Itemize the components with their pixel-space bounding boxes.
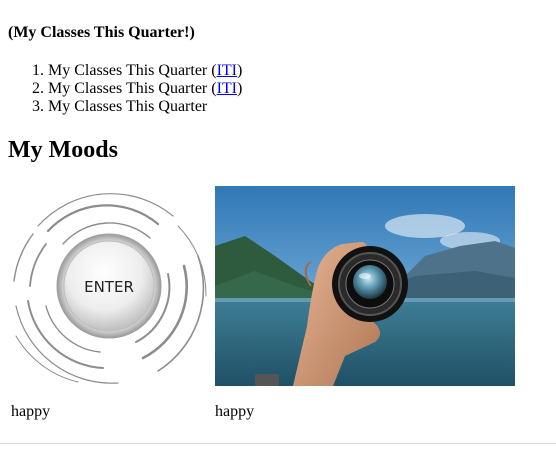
enter-label: ENTER	[84, 278, 134, 296]
moods-gallery: ENTER happy happy	[8, 186, 548, 426]
class-list: My Classes This Quarter (ITI) My Classes…	[8, 62, 242, 116]
divider	[0, 443, 556, 444]
lens-landscape-photo	[215, 186, 515, 386]
list-item: My Classes This Quarter (ITI)	[48, 80, 242, 98]
mood-caption: happy	[11, 403, 51, 420]
list-item: My Classes This Quarter	[48, 98, 242, 116]
mood-caption: happy	[215, 403, 255, 420]
list-item: My Classes This Quarter (ITI)	[48, 62, 242, 80]
class-label: My Classes This Quarter	[48, 80, 208, 97]
class-label: My Classes This Quarter	[48, 98, 208, 115]
page: (My Classes This Quarter!) My Classes Th…	[0, 0, 556, 449]
classes-subtitle: (My Classes This Quarter!)	[8, 24, 195, 41]
mood-item: ENTER happy	[8, 186, 212, 420]
mood-item: happy	[215, 186, 515, 420]
moods-title: My Moods	[8, 137, 118, 163]
enter-button-image: ENTER	[8, 186, 212, 386]
class-link[interactable]: ITI	[217, 80, 237, 97]
class-label: My Classes This Quarter	[48, 62, 208, 79]
class-link[interactable]: ITI	[217, 62, 237, 79]
